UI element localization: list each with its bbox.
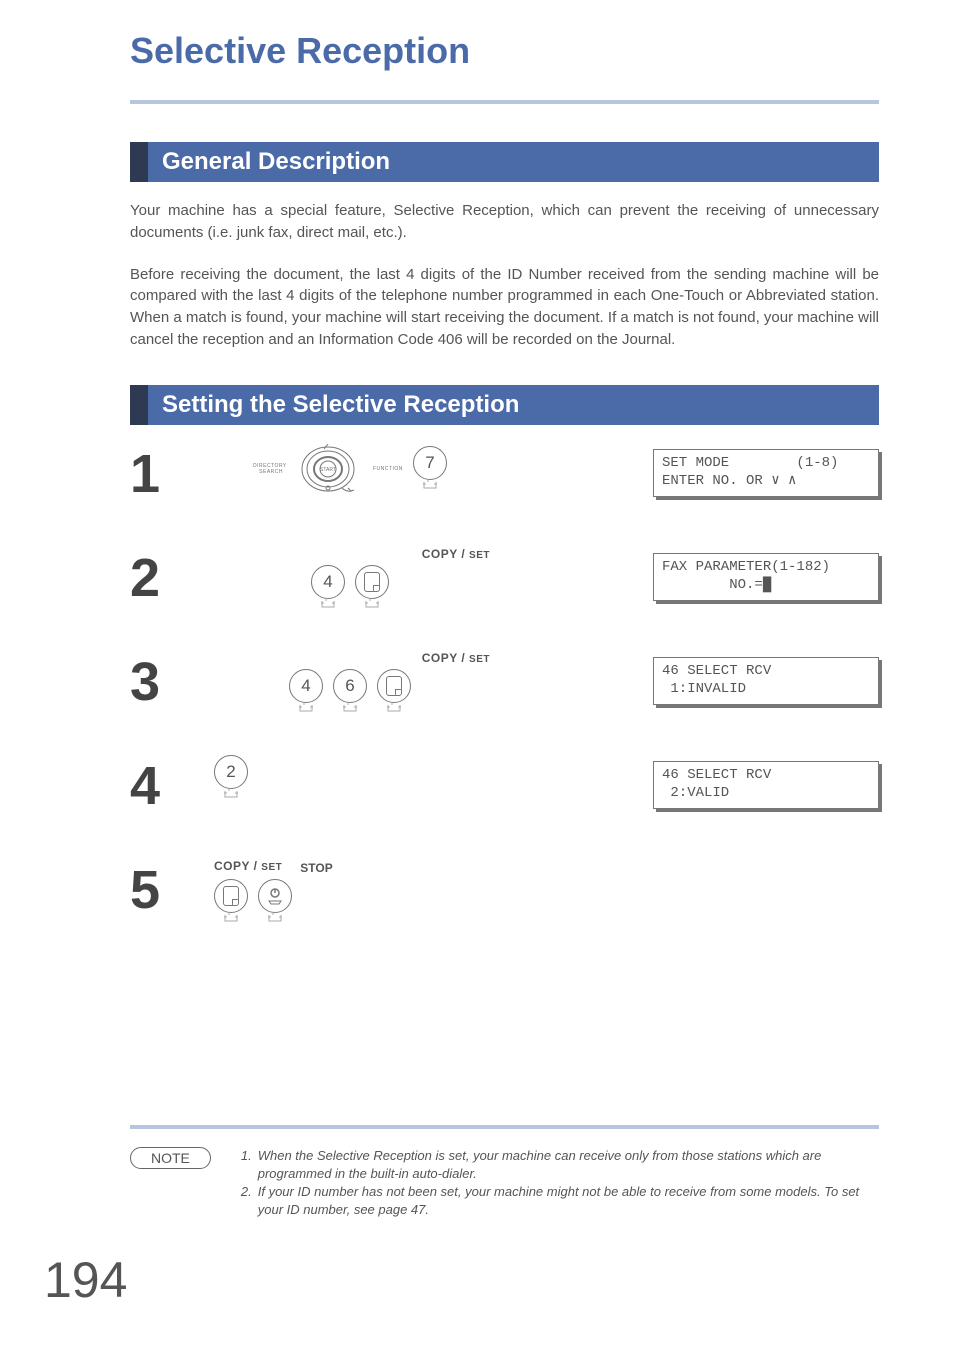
press-hand-icon: [219, 911, 243, 925]
step-2-row: 2 COPY / SET 4 FAX PARAMETER(1-182) NO.=…: [130, 547, 879, 643]
step-3-row: 3 COPY / SET 4 6: [130, 651, 879, 747]
press-hand-icon: [316, 597, 340, 611]
note-item-number: 2.: [241, 1183, 252, 1219]
press-hand-icon: [338, 701, 362, 715]
press-hand-icon: [263, 911, 287, 925]
dial-label-right: FUNCTION: [373, 466, 403, 472]
key-4-circle: 4: [311, 565, 345, 599]
key-2-circle: 2: [214, 755, 248, 789]
note-item-text: If your ID number has not been set, your…: [258, 1183, 879, 1219]
stop-button-icon: [258, 879, 292, 913]
set-button-icon: [355, 565, 389, 599]
note-badge: NOTE: [130, 1147, 211, 1169]
section-heading-setting: Setting the Selective Reception: [130, 385, 879, 425]
press-hand-icon: [360, 597, 384, 611]
svg-text:START: START: [320, 467, 336, 473]
key-4: 4: [311, 565, 345, 611]
title-underline: [130, 100, 879, 104]
set-button: [214, 879, 248, 925]
stop-button: [258, 879, 292, 925]
lcd-step-4: 46 SELECT RCV 2:VALID: [653, 761, 879, 809]
key-4: 4: [289, 669, 323, 715]
note-item-1: 1. When the Selective Reception is set, …: [241, 1147, 879, 1183]
key-2: 2: [214, 755, 248, 801]
step-number: 1: [130, 443, 210, 501]
lcd-step-2: FAX PARAMETER(1-182) NO.=█: [653, 553, 879, 601]
step-1-row: 1 DIRECTORY SEARCH START: [130, 443, 879, 539]
set-button-icon: [214, 879, 248, 913]
step-number: 4: [130, 755, 210, 813]
key-6: 6: [333, 669, 367, 715]
lcd-step-3: 46 SELECT RCV 1:INVALID: [653, 657, 879, 705]
copy-set-label: COPY / SET: [422, 651, 490, 665]
note-separator: [130, 1125, 879, 1129]
copy-set-label: COPY / SET: [422, 547, 490, 561]
page-title: Selective Reception: [130, 30, 879, 72]
page-number: 194: [44, 1251, 127, 1309]
section-heading-general: General Description: [130, 142, 879, 182]
key-7: 7: [413, 446, 447, 492]
step-5-row: 5 COPY / SET STOP: [130, 859, 879, 955]
note-block: NOTE 1. When the Selective Reception is …: [130, 1147, 879, 1220]
key-7-circle: 7: [413, 446, 447, 480]
general-paragraph-1: Your machine has a special feature, Sele…: [130, 200, 879, 244]
press-hand-icon: [382, 701, 406, 715]
step-number: 5: [130, 859, 210, 917]
step-number: 3: [130, 651, 210, 709]
dial-label-left: DIRECTORY SEARCH: [253, 463, 283, 475]
lcd-step-1: SET MODE (1-8) ENTER NO. OR ∨ ∧: [653, 449, 879, 497]
step-4-row: 4 2 46 SELECT RCV 2:VALID: [130, 755, 879, 851]
note-item-2: 2. If your ID number has not been set, y…: [241, 1183, 879, 1219]
key-4-circle: 4: [289, 669, 323, 703]
note-item-text: When the Selective Reception is set, you…: [258, 1147, 879, 1183]
copy-set-label: COPY / SET: [214, 859, 282, 873]
press-hand-icon: [418, 478, 442, 492]
step-number: 2: [130, 547, 210, 605]
general-paragraph-2: Before receiving the document, the last …: [130, 264, 879, 351]
press-hand-icon: [219, 787, 243, 801]
note-item-number: 1.: [241, 1147, 252, 1183]
set-button-icon: [377, 669, 411, 703]
function-dial-icon: START: [293, 443, 363, 495]
press-hand-icon: [294, 701, 318, 715]
key-6-circle: 6: [333, 669, 367, 703]
set-button: [355, 565, 389, 611]
stop-label: STOP: [300, 861, 332, 875]
set-button: [377, 669, 411, 715]
